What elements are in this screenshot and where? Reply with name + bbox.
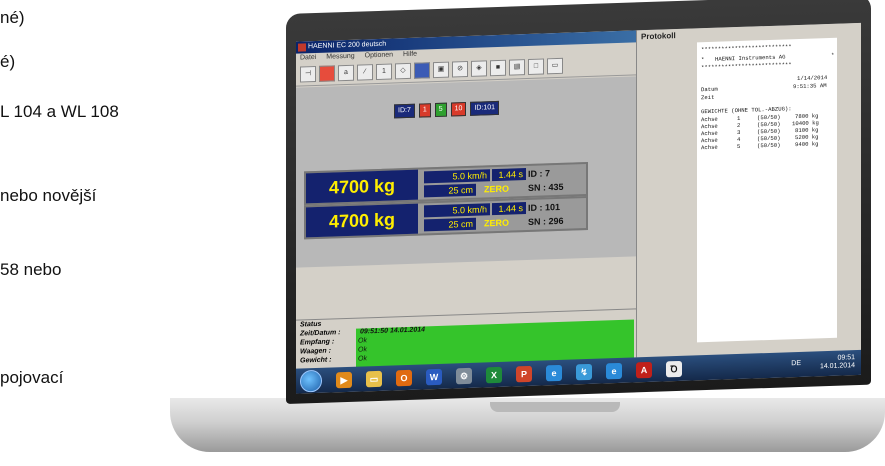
receipt-row-num: 5: [737, 142, 741, 151]
laptop-screen: HAENNI EC 200 deutsch Datei Messung Opti…: [296, 22, 861, 394]
empfang-label: Empfang :: [300, 338, 335, 347]
disk-icon[interactable]: ▤: [509, 59, 525, 76]
receipt-separator: ***************************: [701, 43, 792, 54]
waagen-value: Ok: [358, 346, 367, 354]
weight-display: 4700 kg: [306, 169, 418, 204]
language-indicator[interactable]: DE: [791, 360, 801, 367]
excel-icon[interactable]: X: [486, 366, 502, 383]
menu-optionen[interactable]: Optionen: [365, 51, 393, 59]
protocol-panel: Protokoll *************************** * …: [637, 22, 861, 358]
zero-indicator: ZERO: [484, 217, 510, 229]
print-icon[interactable]: ◈: [471, 60, 487, 77]
pdf-icon[interactable]: A: [636, 361, 652, 378]
doc-line-3: L 104 a WL 108: [0, 102, 119, 121]
receipt-row-ratio: (50/50): [757, 141, 781, 150]
speed-display: 5.0 km/h: [424, 169, 490, 184]
zero-indicator: ZERO: [484, 183, 510, 195]
datetime-label: Zeit/Datum :: [300, 329, 341, 338]
receipt-zeit-value: 9:51:35 AM: [793, 82, 827, 91]
scale-status-row: ID:7 1 5 10 ID:101: [394, 100, 500, 119]
scale-id-chip[interactable]: ID:7: [394, 103, 415, 119]
doc-line-1: né): [0, 8, 25, 27]
network-icon[interactable]: ↯: [576, 363, 592, 380]
system-clock[interactable]: 09:51 14.01.2014: [820, 354, 855, 371]
status-chip-red-2: 10: [450, 102, 467, 117]
weight-icon[interactable]: ◇: [395, 62, 411, 80]
doc-line-4: nebo novější: [0, 186, 97, 205]
ruler-icon[interactable]: ⁄: [357, 64, 373, 81]
speed-display: 5.0 km/h: [424, 203, 490, 218]
explorer-icon[interactable]: ▭: [366, 370, 382, 387]
scale-icon[interactable]: ⊣: [300, 66, 316, 83]
distance-display: 25 cm: [424, 183, 476, 198]
media-player-icon[interactable]: ▶: [336, 371, 352, 388]
receipt-datum-value: 1/14/2014: [797, 74, 828, 83]
gewicht-value: Ok: [358, 355, 367, 363]
menu-messung[interactable]: Messung: [326, 53, 354, 61]
distance-display: 25 cm: [424, 217, 476, 232]
protocol-receipt: *************************** * HAENNI Ins…: [697, 37, 837, 343]
page-icon[interactable]: ▭: [547, 57, 563, 75]
window-icon[interactable]: □: [528, 58, 544, 75]
receipt-star-right: *: [831, 51, 835, 59]
powerpoint-icon[interactable]: P: [516, 365, 532, 382]
app-icon: [298, 43, 306, 52]
cancel-icon[interactable]: ⊘: [452, 60, 468, 78]
doc-line-5: 58 nebo: [0, 260, 62, 279]
receipt-datum-label: Datum: [701, 85, 718, 94]
time-display: 1.44 s: [492, 168, 526, 182]
scale-id: ID : 7: [528, 168, 551, 179]
receipt-row-value: 9400 kg: [795, 140, 819, 149]
doc-line-6: pojovací: [0, 368, 64, 387]
abc-icon[interactable]: a: [338, 64, 354, 82]
number-one-icon[interactable]: 1: [376, 63, 392, 81]
outlook-icon[interactable]: O: [396, 369, 412, 386]
ie-icon-2[interactable]: e: [606, 362, 622, 379]
haenni-icon[interactable]: Ꝺ: [666, 360, 682, 377]
receipt-zeit-label: Zeit: [701, 93, 715, 102]
serial-number: SN : 435: [528, 181, 564, 193]
clock-date: 14.01.2014: [819, 362, 855, 371]
start-button[interactable]: [300, 369, 322, 393]
doc-line-2: é): [0, 52, 16, 71]
status-chip-green: 5: [434, 102, 447, 118]
time-display: 1.44 s: [492, 202, 526, 216]
scale-id: ID : 101: [528, 201, 561, 213]
save-icon[interactable]: ■: [490, 59, 506, 77]
gewicht-label: Gewicht :: [300, 356, 332, 365]
vehicle-icon[interactable]: ▣: [433, 61, 449, 79]
serial-number: SN : 296: [528, 215, 564, 227]
truck-icon[interactable]: [319, 65, 335, 82]
camera-icon[interactable]: [414, 62, 430, 79]
menu-hilfe[interactable]: Hilfe: [403, 51, 417, 58]
haenni-app-window: HAENNI EC 200 deutsch Datei Messung Opti…: [296, 30, 637, 370]
weight-display: 4700 kg: [306, 203, 418, 238]
laptop-lid: HAENNI EC 200 deutsch Datei Messung Opti…: [286, 0, 871, 405]
status-title: Status: [300, 320, 322, 329]
waagen-label: Waagen :: [300, 347, 331, 356]
measurement-area: ID:7 1 5 10 ID:101 4700 kg 5.0 km/h 1.44…: [296, 76, 636, 268]
word-icon[interactable]: W: [426, 368, 442, 385]
utility-icon[interactable]: ⚙: [456, 367, 472, 384]
empfang-value: Ok: [358, 337, 367, 345]
scale-id-chip-2[interactable]: ID:101: [470, 100, 500, 116]
receipt-star: *: [701, 56, 705, 64]
receipt-row-label: Achse: [701, 143, 718, 152]
status-chip-red: 1: [418, 103, 431, 118]
ie-icon[interactable]: e: [546, 364, 562, 381]
laptop-notch: [490, 402, 620, 412]
app-title: HAENNI EC 200 deutsch: [308, 40, 387, 51]
menu-datei[interactable]: Datei: [300, 54, 316, 62]
laptop-base: [170, 398, 885, 452]
